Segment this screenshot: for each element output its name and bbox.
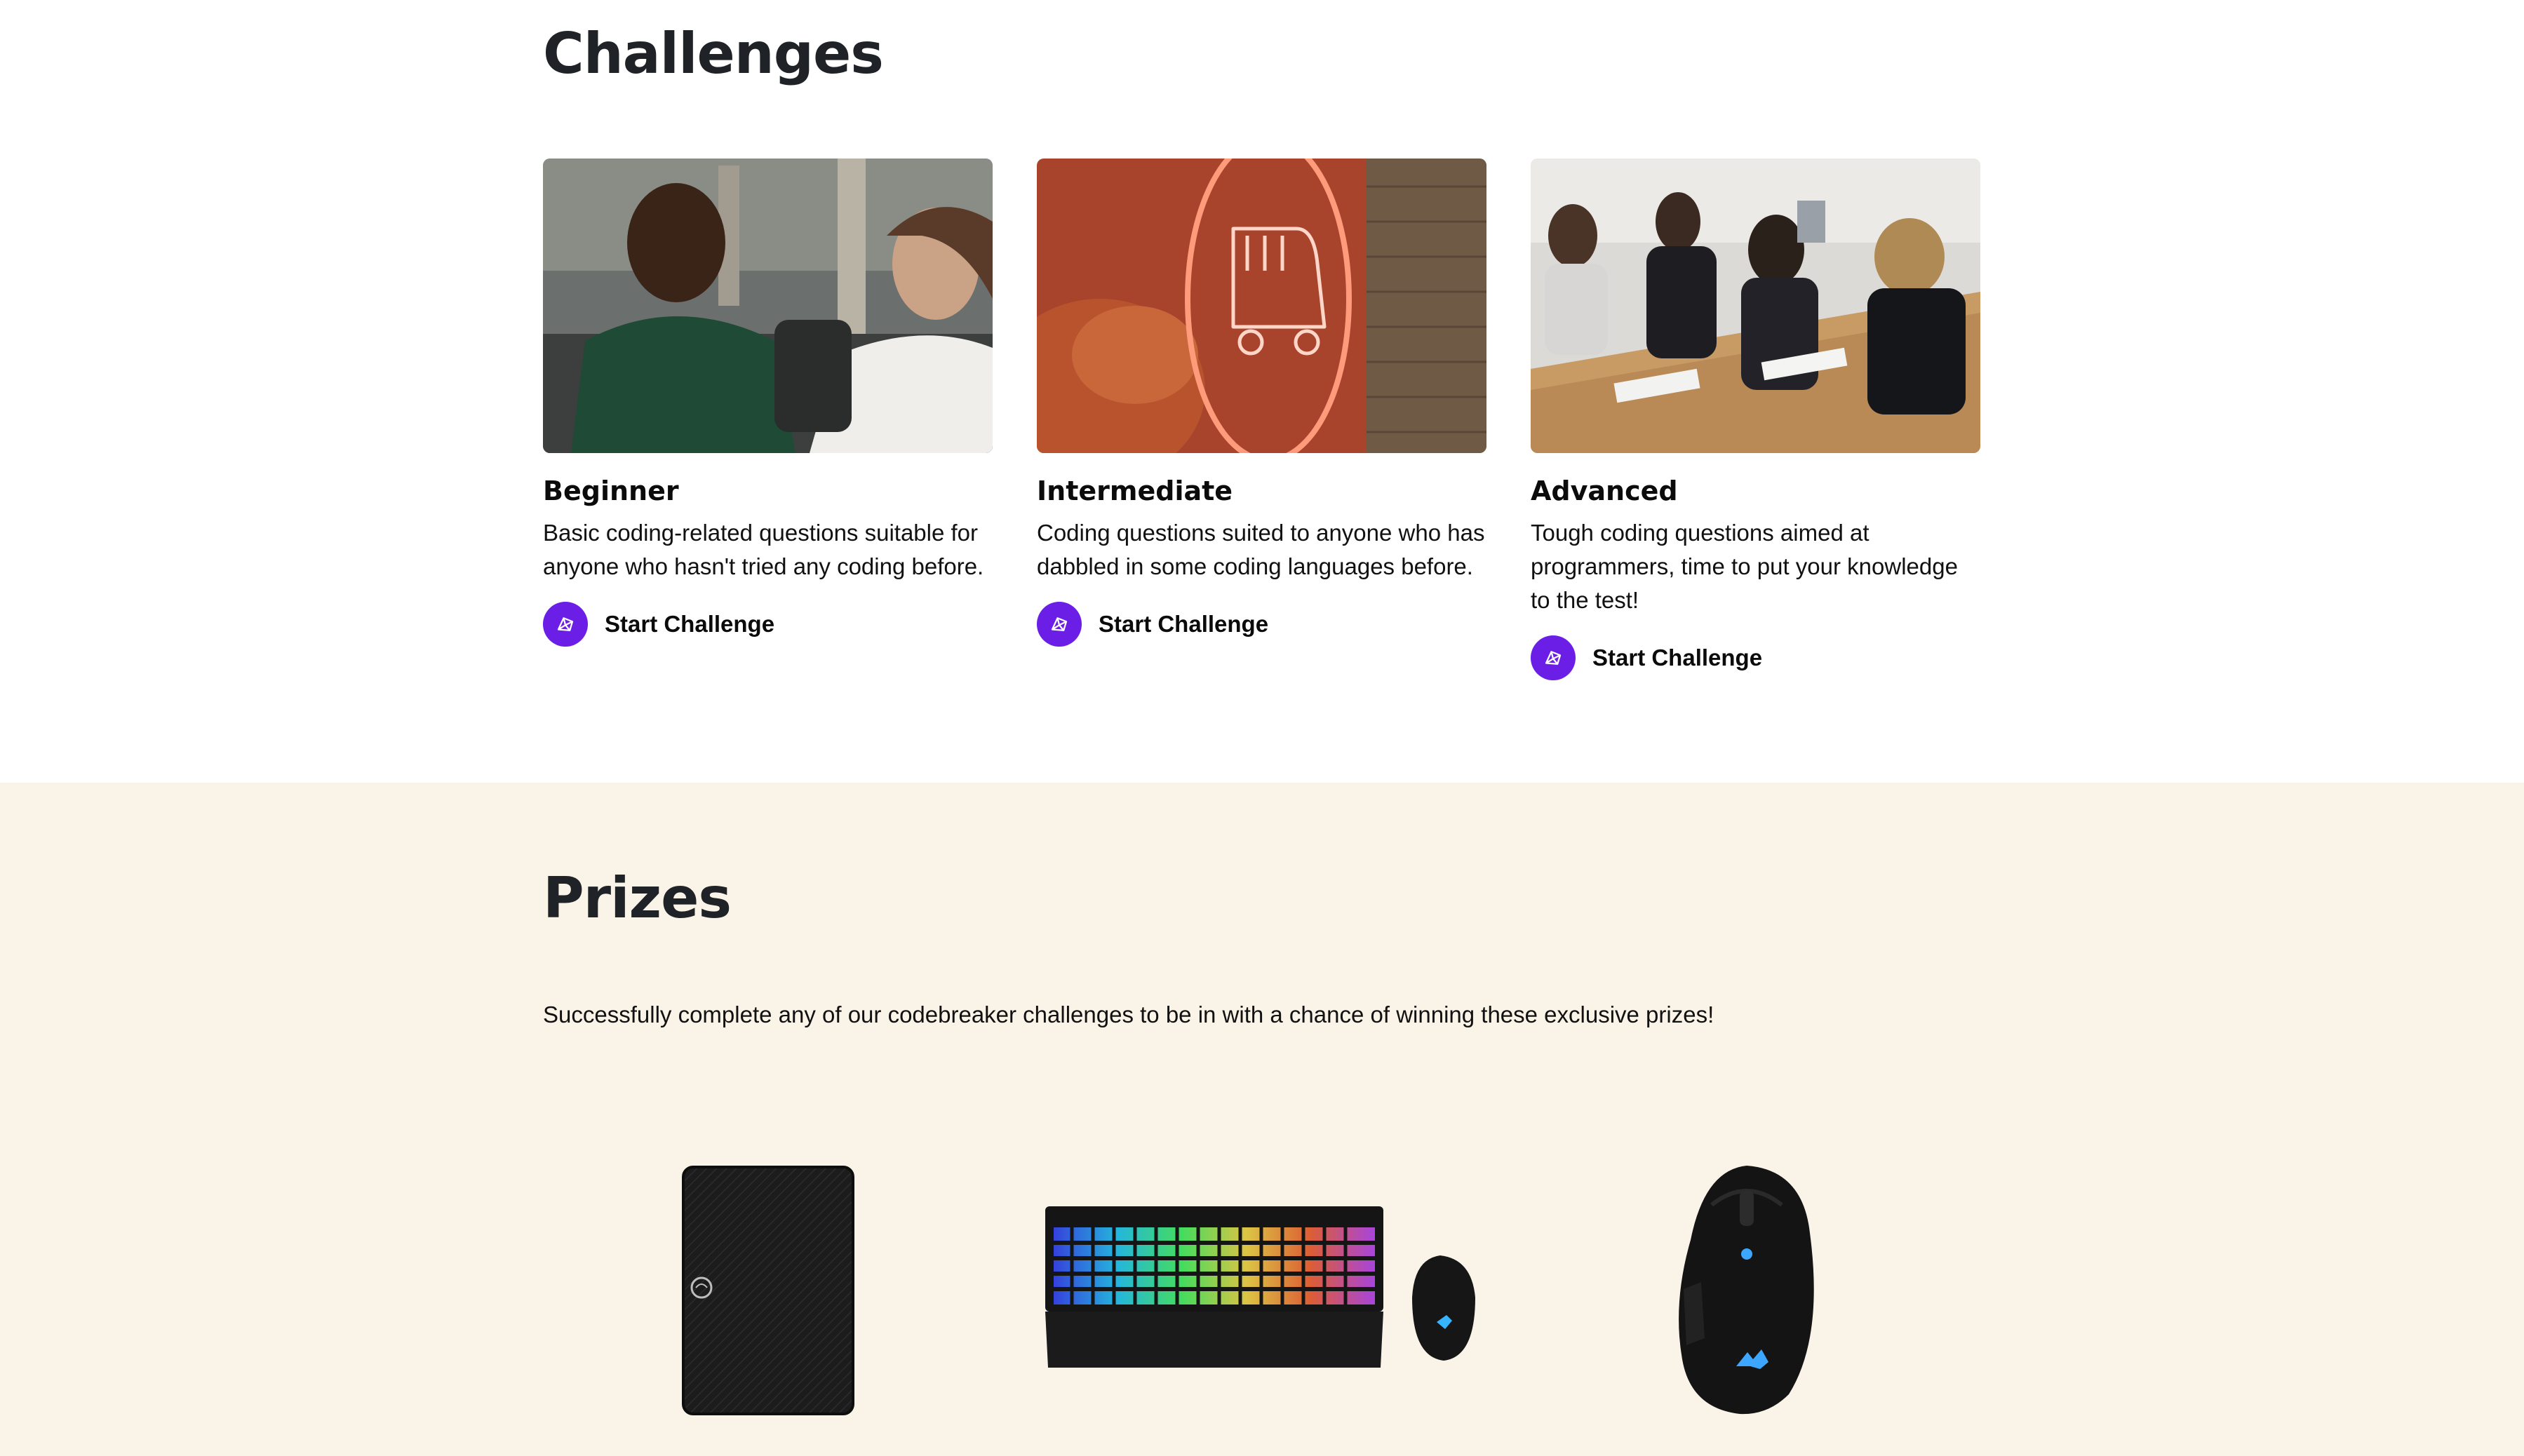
external-hard-drive-image	[680, 1164, 856, 1417]
keyboard-and-mouse-image	[1044, 1206, 1479, 1375]
start-challenge-label: Start Challenge	[1592, 645, 1763, 670]
page: Challenges Beginner Basic coding-related…	[0, 0, 2524, 1456]
start-challenge-button[interactable]: Start Challenge	[543, 602, 993, 647]
card-title: Beginner	[543, 476, 679, 506]
challenge-card-advanced: Advanced Tough coding questions aimed at…	[1531, 159, 1980, 680]
gaming-mouse-image	[1670, 1163, 1831, 1417]
start-challenge-button[interactable]: Start Challenge	[1037, 602, 1486, 647]
puzzle-icon	[543, 602, 588, 647]
card-description: Tough coding questions aimed at programm…	[1531, 520, 1958, 613]
intermediate-photo	[1037, 159, 1486, 453]
prizes-heading: Prizes	[543, 865, 732, 931]
challenges-section: Challenges Beginner Basic coding-related…	[0, 0, 2524, 783]
advanced-photo	[1531, 159, 1980, 453]
start-challenge-label: Start Challenge	[1099, 611, 1269, 637]
card-description: Basic coding-related questions suitable …	[543, 520, 984, 579]
card-title: Advanced	[1531, 476, 1678, 506]
card-title: Intermediate	[1037, 476, 1233, 506]
prizes-intro: Successfully complete any of our codebre…	[543, 1002, 1714, 1027]
start-challenge-button[interactable]: Start Challenge	[1531, 635, 1980, 680]
card-description: Coding questions suited to anyone who ha…	[1037, 520, 1485, 579]
challenge-card-beginner: Beginner Basic coding-related questions …	[543, 159, 993, 647]
puzzle-icon	[1037, 602, 1082, 647]
start-challenge-label: Start Challenge	[605, 611, 775, 637]
puzzle-icon	[1531, 635, 1576, 680]
challenges-heading: Challenges	[543, 21, 884, 86]
beginner-photo	[543, 159, 993, 453]
prizes-section: Prizes Successfully complete any of our …	[0, 783, 2524, 1456]
challenge-card-intermediate: Intermediate Coding questions suited to …	[1037, 159, 1486, 647]
